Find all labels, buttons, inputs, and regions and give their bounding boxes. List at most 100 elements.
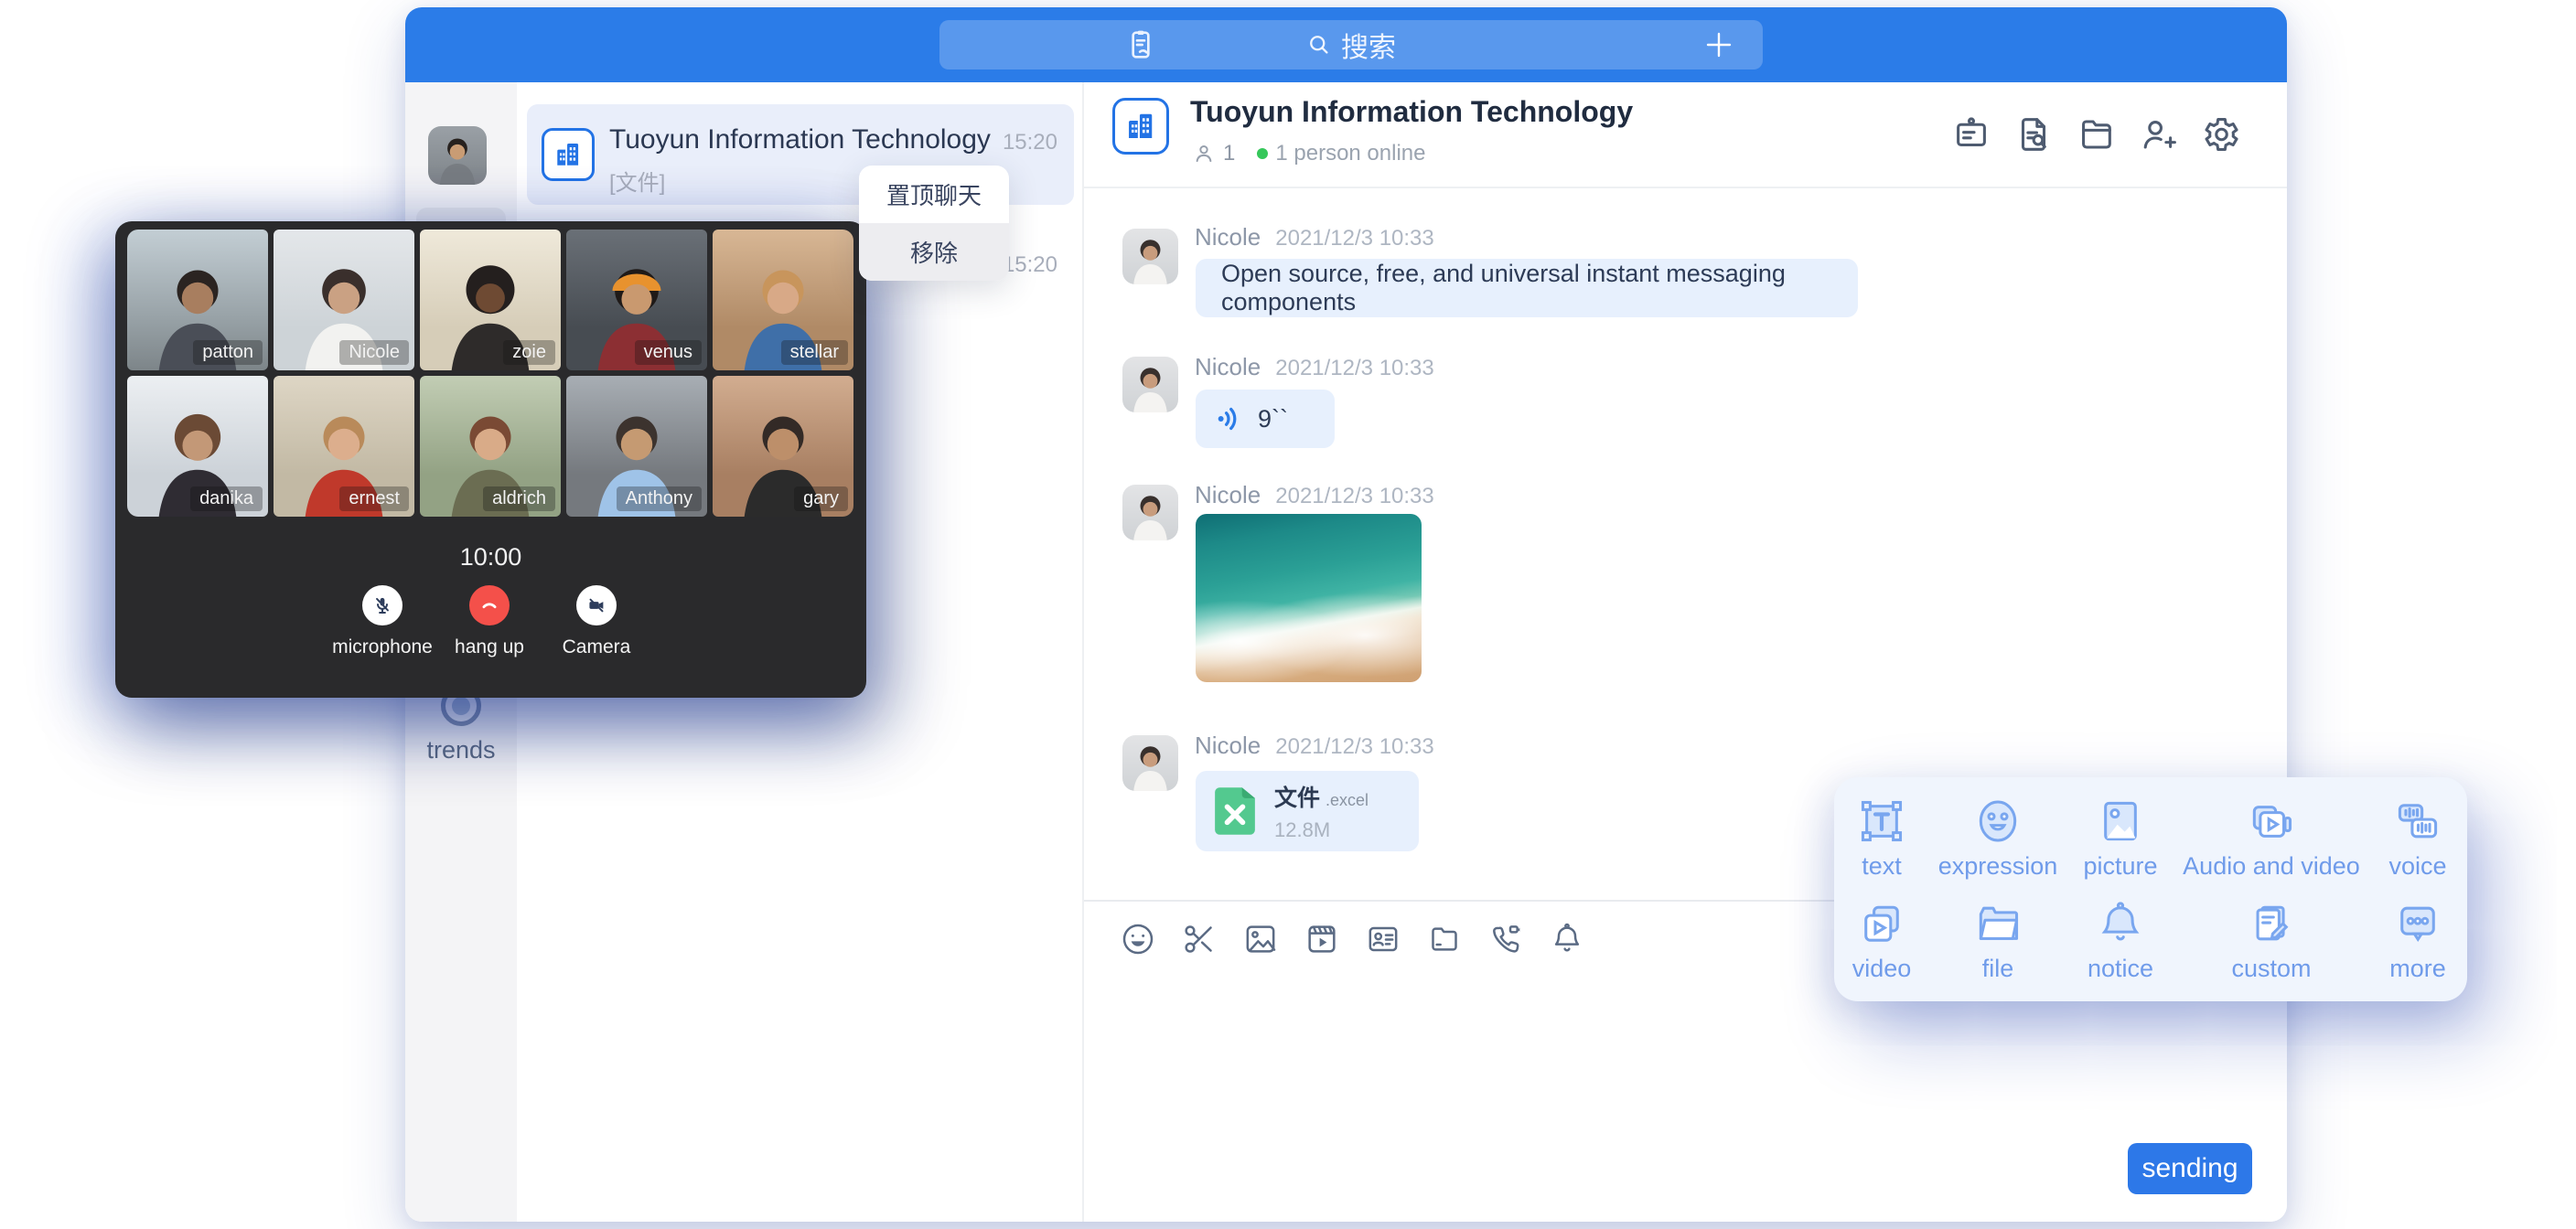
members-icon (1192, 142, 1216, 166)
online-dot (1257, 148, 1268, 159)
chat-history-search-icon[interactable] (2012, 113, 2055, 155)
participant-name: venus (635, 340, 702, 365)
contact-card-icon[interactable] (1365, 921, 1401, 957)
audio-video-icon (2246, 796, 2297, 847)
camera-off-icon (585, 593, 608, 617)
video-call-icon[interactable] (1487, 921, 1524, 957)
group-avatar (1112, 98, 1169, 155)
more-icon (2392, 898, 2443, 949)
search-placeholder: 搜索 (1341, 25, 1396, 65)
mic-muted-icon (370, 593, 394, 617)
participant-name: Nicole (339, 340, 409, 365)
screenshot-scissors-icon[interactable] (1181, 921, 1218, 957)
conversation-context-menu: 置顶聊天 移除 (859, 166, 1009, 281)
voice-duration: 9`` (1258, 405, 1288, 433)
hang-up-icon (478, 593, 501, 617)
text-icon (1856, 796, 1907, 847)
feature-item-audio-video[interactable]: Audio and video (2174, 796, 2368, 881)
menu-item-pin-chat[interactable]: 置顶聊天 (859, 166, 1009, 223)
participant-tile: venus (566, 230, 707, 370)
participant-tile: patton (127, 230, 268, 370)
online-status: 1 person online (1275, 141, 1425, 166)
excel-file-icon (1210, 783, 1260, 839)
settings-gear-icon[interactable] (2199, 113, 2241, 155)
image-message-beach[interactable] (1196, 514, 1422, 682)
conversation-time: 15:20 (1003, 130, 1057, 155)
participant-name: patton (193, 340, 263, 365)
page: { "app": { "search_placeholder": "搜索" },… (0, 0, 2576, 1229)
participant-grid: patton Nicole zoie venus stellar danika … (127, 230, 853, 517)
expression-icon (1972, 796, 2023, 847)
conversation-time: 15:20 (1003, 252, 1057, 278)
feature-item-expression[interactable]: expression (1929, 796, 2066, 881)
participant-tile: ernest (274, 376, 414, 517)
notice-bell-icon (2095, 898, 2146, 949)
file-message-bubble[interactable]: 文件.excel 12.8M (1196, 771, 1419, 851)
feature-item-video[interactable]: video (1834, 898, 1929, 983)
profile-avatar[interactable] (428, 126, 487, 185)
message-sender: Nicole2021/12/3 10:33 (1195, 732, 1434, 760)
call-log-icon[interactable] (1122, 27, 1159, 63)
file-folder-icon (1972, 898, 2023, 949)
participant-tile: Nicole (274, 230, 414, 370)
participant-tile: zoie (420, 230, 561, 370)
video-call-overlay: patton Nicole zoie venus stellar danika … (115, 221, 866, 698)
custom-edit-icon (2246, 898, 2297, 949)
chat-panel: Tuoyun Information Technology 1 1 person… (1084, 82, 2287, 1222)
participant-name: danika (190, 486, 263, 511)
feature-panel: text expression picture Audio and video (1834, 777, 2467, 1001)
camera-button[interactable]: Camera (523, 585, 670, 658)
participant-name: stellar (781, 340, 848, 365)
emoji-icon[interactable] (1120, 921, 1156, 957)
text-message-bubble: Open source, free, and universal instant… (1196, 259, 1858, 317)
participant-name: zoie (503, 340, 555, 365)
chat-title: Tuoyun Information Technology (1190, 95, 1633, 129)
notice-bell-icon[interactable] (1549, 921, 1585, 957)
participant-tile: stellar (713, 230, 853, 370)
picture-icon (2095, 796, 2146, 847)
top-bar: 搜索 (405, 7, 2287, 82)
message-sender: Nicole2021/12/3 10:33 (1195, 223, 1434, 251)
participant-tile: aldrich (420, 376, 561, 517)
search-input[interactable]: 搜索 (939, 20, 1763, 69)
voice-wave-icon (1214, 403, 1245, 434)
group-notice-icon[interactable] (1950, 113, 1992, 155)
feature-item-file[interactable]: file (1929, 898, 2066, 983)
avatar (1122, 735, 1178, 791)
video-icon[interactable] (1304, 921, 1340, 957)
avatar (1122, 229, 1178, 284)
avatar (1122, 357, 1178, 412)
trends-label: trends (405, 736, 517, 764)
feature-item-text[interactable]: text (1834, 796, 1929, 881)
menu-item-remove[interactable]: 移除 (859, 223, 1009, 281)
voice-message-bubble[interactable]: 9`` (1196, 390, 1335, 448)
conversation-preview: [文件] (609, 165, 665, 197)
search-icon (1306, 32, 1332, 58)
participant-name: Anthony (617, 486, 702, 511)
message-sender: Nicole2021/12/3 10:33 (1195, 481, 1434, 509)
participant-name: aldrich (483, 486, 555, 511)
participant-name: gary (794, 486, 848, 511)
participant-tile: danika (127, 376, 268, 517)
picture-icon[interactable] (1242, 921, 1279, 957)
add-icon[interactable] (1702, 28, 1735, 61)
participant-name: ernest (339, 486, 409, 511)
participant-tile: gary (713, 376, 853, 517)
feature-item-notice[interactable]: notice (2066, 898, 2174, 983)
avatar (1122, 485, 1178, 540)
feature-item-voice[interactable]: voice (2368, 796, 2467, 881)
call-duration: 10:00 (115, 543, 866, 572)
feature-item-more[interactable]: more (2368, 898, 2467, 983)
send-button[interactable]: sending (2128, 1143, 2252, 1194)
member-count: 1 (1223, 141, 1235, 166)
file-ext: .excel (1326, 791, 1368, 809)
group-avatar (542, 128, 595, 181)
message-sender: Nicole2021/12/3 10:33 (1195, 353, 1434, 381)
video-play-icon (1856, 898, 1907, 949)
chat-header: Tuoyun Information Technology 1 1 person… (1084, 82, 2287, 188)
feature-item-picture[interactable]: picture (2066, 796, 2174, 881)
add-member-icon[interactable] (2137, 113, 2179, 155)
feature-item-custom[interactable]: custom (2174, 898, 2368, 983)
group-files-icon[interactable] (2075, 113, 2117, 155)
file-folder-icon[interactable] (1426, 921, 1463, 957)
